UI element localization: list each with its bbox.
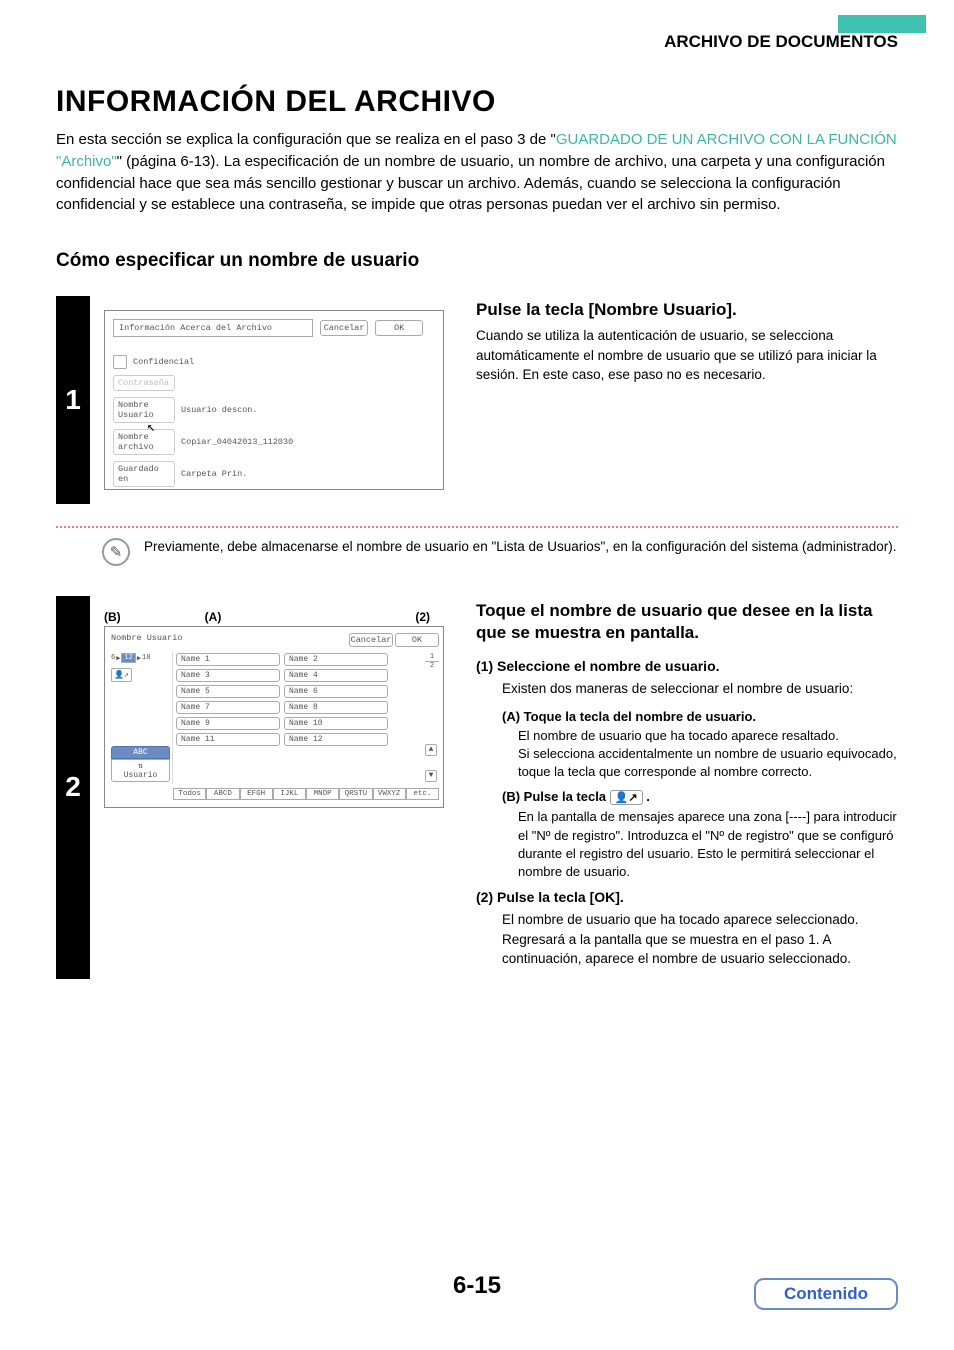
filter-tab[interactable]: QRSTU — [339, 788, 372, 800]
step-2-sub2-body: El nombre de usuario que ha tocado apare… — [502, 910, 898, 969]
fig1-title: Información Acerca del Archivo — [113, 319, 313, 337]
range-18: 18 — [142, 654, 150, 662]
step-2-heading: Toque el nombre de usuario que desee en … — [476, 600, 898, 644]
note-row: ✎ Previamente, debe almacenarse el nombr… — [56, 538, 898, 566]
confidential-checkbox[interactable] — [113, 355, 127, 369]
cursor-icon: ↖ — [147, 419, 155, 436]
name-cell[interactable]: Name 10 — [284, 717, 388, 730]
filter-tab[interactable]: Todos — [173, 788, 206, 800]
name-cell[interactable]: Name 12 — [284, 733, 388, 746]
chevron-right-icon: ▶ — [137, 654, 141, 663]
range-6: 6 — [111, 654, 115, 662]
pencil-icon: ✎ — [102, 538, 130, 566]
confidential-label: Confidencial — [133, 357, 194, 367]
scroll-down-button[interactable]: ▼ — [425, 770, 437, 782]
step-2-sub1-heading: (1) Seleccione el nombre de usuario. — [476, 658, 898, 674]
fig2-ok-button[interactable]: OK — [395, 633, 439, 647]
user-search-icon-inline: 👤↗ — [610, 790, 643, 805]
step-2-opt-a-body: El nombre de usuario que ha tocado apare… — [518, 727, 898, 782]
step-2-annotation: (B) (A) (2) — [104, 610, 444, 624]
intro-paragraph: En esta sección se explica la configurac… — [56, 129, 898, 216]
updown-icon: ⇅ — [138, 762, 143, 771]
fig1-cancel-button[interactable]: Cancelar — [320, 320, 368, 336]
username-value: Usuario descon. — [181, 405, 258, 415]
step-2-number: 2 — [56, 596, 90, 979]
note-text: Previamente, debe almacenarse el nombre … — [144, 538, 896, 557]
fig2-title: Nombre Usuario — [109, 633, 347, 647]
step-2-sub1-body: Existen dos maneras de seleccionar el no… — [502, 679, 898, 699]
step-1-figure-area: Información Acerca del Archivo Cancelar … — [90, 296, 470, 504]
page-indicator-bottom: 2 — [425, 661, 439, 670]
filter-tab[interactable]: EFGH — [240, 788, 273, 800]
user-search-icon[interactable]: 👤↗ — [111, 668, 132, 682]
opt-b-text-2: . — [643, 789, 650, 804]
name-cell[interactable]: Name 7 — [176, 701, 280, 714]
filter-tab[interactable]: IJKL — [273, 788, 306, 800]
step-2-text: Toque el nombre de usuario que desee en … — [470, 596, 898, 979]
opt-b-text-1: (B) Pulse la tecla — [502, 789, 610, 804]
step-2-opt-b-heading: (B) Pulse la tecla 👤↗ . — [502, 789, 898, 805]
step-1-text: Pulse la tecla [Nombre Usuario]. Cuando … — [470, 296, 898, 504]
filename-button[interactable]: Nombre archivo — [113, 429, 175, 455]
dotted-divider — [56, 526, 898, 528]
filename-value: Copiar_04042013_112030 — [181, 437, 293, 447]
step-2-row: 2 (B) (A) (2) Nombre Usuario Cancelar OK… — [56, 596, 898, 979]
step-2-opt-a-heading: (A) Toque la tecla del nombre de usuario… — [502, 709, 898, 724]
filter-tab[interactable]: etc. — [406, 788, 439, 800]
step-2-figure: Nombre Usuario Cancelar OK 6▶ 12▶ 18 👤↗ … — [104, 626, 444, 808]
annot-a: (A) — [138, 610, 288, 624]
fig1-ok-button[interactable]: OK — [375, 320, 423, 336]
filter-tab[interactable]: VWXYZ — [373, 788, 406, 800]
name-cell[interactable]: Name 1 — [176, 653, 280, 666]
abc-tab[interactable]: ABC — [111, 746, 170, 759]
section-header: ARCHIVO DE DOCUMENTOS — [664, 32, 898, 52]
header-accent — [838, 15, 926, 33]
savedto-value: Carpeta Prin. — [181, 469, 247, 479]
name-cell[interactable]: Name 8 — [284, 701, 388, 714]
name-cell[interactable]: Name 9 — [176, 717, 280, 730]
subheading: Cómo especificar un nombre de usuario — [56, 250, 898, 272]
chevron-right-icon: ▶ — [116, 654, 120, 663]
name-cell[interactable]: Name 2 — [284, 653, 388, 666]
fig2-sidebar: 6▶ 12▶ 18 👤↗ ABC ⇅Usuario — [109, 651, 173, 784]
annot-b: (B) — [104, 610, 138, 624]
range-12[interactable]: 12 — [121, 653, 135, 663]
name-cell[interactable]: Name 11 — [176, 733, 280, 746]
fig2-bottom-tabs: Todos ABCD EFGH IJKL MNOP QRSTU VWXYZ et… — [109, 788, 439, 800]
name-cell[interactable]: Name 5 — [176, 685, 280, 698]
name-cell[interactable]: Name 6 — [284, 685, 388, 698]
contents-button[interactable]: Contenido — [754, 1278, 898, 1310]
user-tab-label: Usuario — [124, 771, 158, 780]
intro-text-2: " (página 6-13). La especificación de un… — [56, 153, 885, 214]
scroll-up-button[interactable]: ▲ — [425, 744, 437, 756]
name-cell[interactable]: Name 3 — [176, 669, 280, 682]
step-2-figure-area: (B) (A) (2) Nombre Usuario Cancelar OK 6… — [90, 596, 470, 979]
step-1-heading: Pulse la tecla [Nombre Usuario]. — [476, 300, 898, 320]
step-1-row: 1 Información Acerca del Archivo Cancela… — [56, 296, 898, 504]
step-1-body: Cuando se utiliza la autenticación de us… — [476, 326, 898, 385]
step-2-sub2-heading: (2) Pulse la tecla [OK]. — [476, 889, 898, 905]
fig2-cancel-button[interactable]: Cancelar — [349, 633, 393, 647]
page-indicator-top: 1 — [425, 653, 439, 661]
step-1-figure: Información Acerca del Archivo Cancelar … — [104, 310, 444, 490]
user-tab[interactable]: ⇅Usuario — [111, 759, 170, 782]
step-1-number: 1 — [56, 296, 90, 504]
fig2-name-grid: Name 1 Name 2 Name 3 Name 4 Name 5 Name 6 N… — [173, 651, 425, 784]
fig2-scroll: 1 2 ▲ ▼ — [425, 651, 439, 784]
step-2-opt-b-body: En la pantalla de mensajes aparece una z… — [518, 808, 898, 881]
username-button[interactable]: Nombre Usuario — [113, 397, 175, 423]
savedto-button[interactable]: Guardado en — [113, 461, 175, 487]
password-button[interactable]: Contraseña — [113, 375, 175, 391]
filter-tab[interactable]: MNOP — [306, 788, 339, 800]
name-cell[interactable]: Name 4 — [284, 669, 388, 682]
annot-2: (2) — [288, 610, 444, 624]
page-title: INFORMACIÓN DEL ARCHIVO — [56, 85, 898, 119]
filter-tab[interactable]: ABCD — [206, 788, 239, 800]
intro-text-1: En esta sección se explica la configurac… — [56, 131, 556, 148]
